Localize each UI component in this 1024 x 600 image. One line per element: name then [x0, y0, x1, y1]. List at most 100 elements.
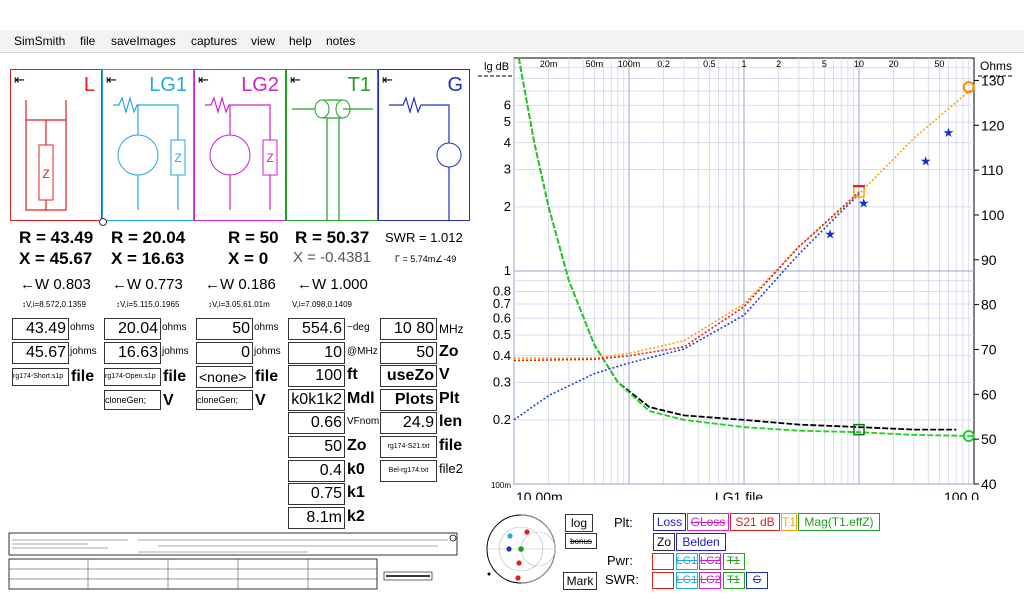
t1-param-input[interactable]: 0.75 [288, 483, 345, 506]
t1-param-input[interactable]: 50 [288, 436, 345, 458]
power-readout-lg1: ←W 0.773 [112, 276, 183, 293]
x-readout-lg1: X = 16.63 [111, 249, 185, 268]
node-handle[interactable] [99, 218, 107, 226]
g-param-input[interactable]: 24.9 [380, 412, 437, 435]
g-param-input[interactable]: Plots [380, 388, 437, 411]
panel-label: T1 [347, 74, 371, 96]
menu-help[interactable]: help [289, 34, 312, 48]
svg-text:Z: Z [42, 167, 49, 181]
x-bottom-tick-label: 10.00m [516, 489, 563, 500]
g-param-input[interactable]: Bel-rg174.txt [380, 459, 437, 482]
unit-label: ohms [70, 322, 95, 333]
legend-item[interactable]: S21 dB [730, 513, 780, 531]
panel-label: G [447, 74, 463, 96]
log-button[interactable]: log [565, 514, 593, 532]
pwr-toggle[interactable]: LG1 [675, 553, 698, 570]
y-left-tick-label: 1 [504, 263, 511, 278]
legend-item[interactable]: Loss [653, 513, 686, 531]
load-r-input[interactable]: 43.49 [12, 318, 69, 340]
param-unit-label: MHz [439, 322, 464, 336]
t1-param-input[interactable]: 0.66 [288, 412, 345, 435]
collapse-arrow-icon[interactable]: ⇤ [106, 72, 117, 88]
unit-label: file [255, 368, 279, 385]
y-right-tick-label: 130 [981, 72, 1005, 88]
lg1-file-input[interactable]: rg174-Open.s1p [104, 368, 161, 386]
pwr-toggle[interactable] [652, 553, 674, 570]
panel-lg1[interactable]: ⇤ LG1 Z [102, 69, 194, 221]
legend-item[interactable]: Belden [676, 533, 726, 551]
lg2-r-input[interactable]: 50 [196, 318, 253, 340]
param-unit-label: k0 [347, 460, 365, 478]
param-unit-label: k2 [347, 507, 365, 525]
g-param-input[interactable]: 50 [380, 341, 437, 364]
menu-view[interactable]: view [251, 34, 275, 48]
param-unit-label: VFnom [347, 416, 380, 428]
legend-item[interactable]: Mag(T1.effZ) [798, 513, 880, 531]
x-axis-label: LG1.file [715, 489, 763, 500]
unit-label: ohms [162, 322, 187, 333]
menu-captures[interactable]: captures [191, 34, 237, 48]
panel-t1[interactable]: ⇤ T1 [286, 69, 378, 221]
panel-load[interactable]: ⇤ L Z [10, 69, 102, 221]
swr-toggle[interactable] [652, 572, 674, 589]
y-left-tick-label: 6 [504, 97, 511, 112]
x-top-tick-label: 10 [854, 59, 864, 69]
swr-toggle[interactable]: T1 [722, 572, 745, 589]
y-left-tick-label: 0.2 [493, 412, 511, 427]
main-chart[interactable]: 20m 50m 100m 0.2 0.5 1 2 5 10 20 50 10.00m 100.0 LG1.… [478, 52, 1024, 500]
y-right-tick-label: 100 [981, 207, 1005, 223]
t1-param-input[interactable]: 554.6 [288, 318, 345, 340]
collapse-arrow-icon[interactable]: ⇤ [14, 72, 25, 88]
y-right-tick-label: 110 [981, 162, 1004, 178]
load-file-input[interactable]: rg174-Short.s1p [12, 368, 69, 386]
panel-label: L [83, 74, 95, 96]
t1-param-input[interactable]: 0.4 [288, 459, 345, 482]
pwr-label: Pwr: [607, 553, 633, 568]
g-param-input[interactable]: useZo [380, 365, 437, 388]
t1-param-input[interactable]: k0k1k2 [288, 388, 345, 411]
schematic-thumbnail [8, 532, 458, 590]
x-top-tick-label: 20m [540, 59, 558, 69]
pwr-toggle[interactable]: LG2 [699, 553, 721, 570]
legend-item[interactable]: Zo [653, 533, 675, 551]
lg2-file-input[interactable]: <none> [196, 366, 253, 388]
lg1-r-input[interactable]: 20.04 [104, 318, 161, 340]
load-x-input[interactable]: 45.67 [12, 342, 69, 364]
y-left-tick-label: 0.3 [493, 374, 511, 389]
smith-chart-thumbnail[interactable] [484, 512, 559, 587]
t1-param-input[interactable]: 8.1m [288, 506, 345, 529]
unit-label: johms [70, 346, 97, 357]
lg1-clone-input[interactable]: cloneGen; [104, 390, 161, 410]
lg2-clone-input[interactable]: cloneGen; [196, 390, 253, 410]
swr-toggle[interactable]: G [746, 572, 768, 589]
menu-notes[interactable]: notes [326, 34, 355, 48]
t1-param-input[interactable]: 10 [288, 341, 345, 364]
g-param-input[interactable]: rg174-S21.txt [380, 436, 437, 458]
y-right-tick-label: 70 [981, 341, 997, 357]
menu-file[interactable]: file [80, 34, 95, 48]
param-unit-label: ft [347, 366, 358, 384]
pwr-toggle[interactable]: T1 [722, 553, 745, 570]
y-right-tick-label: 40 [981, 476, 997, 492]
unit-label: V [163, 392, 174, 409]
t1-param-input[interactable]: 100 [288, 365, 345, 388]
panel-generator[interactable]: ⇤ G [378, 69, 470, 221]
swr-toggle[interactable]: LG1 [675, 572, 698, 589]
swr-toggle[interactable]: LG2 [699, 572, 721, 589]
panel-lg2[interactable]: ⇤ LG2 Z [194, 69, 286, 221]
lg1-x-input[interactable]: 16.63 [104, 342, 161, 364]
x-top-tick-label: 50m [586, 59, 604, 69]
collapse-arrow-icon[interactable]: ⇤ [198, 72, 209, 88]
menu-saveimages[interactable]: saveImages [111, 34, 176, 48]
collapse-arrow-icon[interactable]: ⇤ [290, 72, 301, 88]
y-left-tick-label: 0.8 [493, 284, 511, 299]
legend-item[interactable]: GLoss [687, 513, 729, 531]
legend-item[interactable]: T1 [781, 513, 797, 531]
collapse-arrow-icon[interactable]: ⇤ [382, 72, 393, 88]
r-readout-lg2: R = 50 [228, 228, 279, 247]
g-param-input[interactable]: 10 80 [380, 318, 437, 340]
bonus-button[interactable]: bonus [565, 533, 597, 549]
mark-button[interactable]: Mark [563, 572, 597, 590]
lg2-x-input[interactable]: 0 [196, 342, 253, 364]
menu-simsmith[interactable]: SimSmith [14, 34, 65, 48]
